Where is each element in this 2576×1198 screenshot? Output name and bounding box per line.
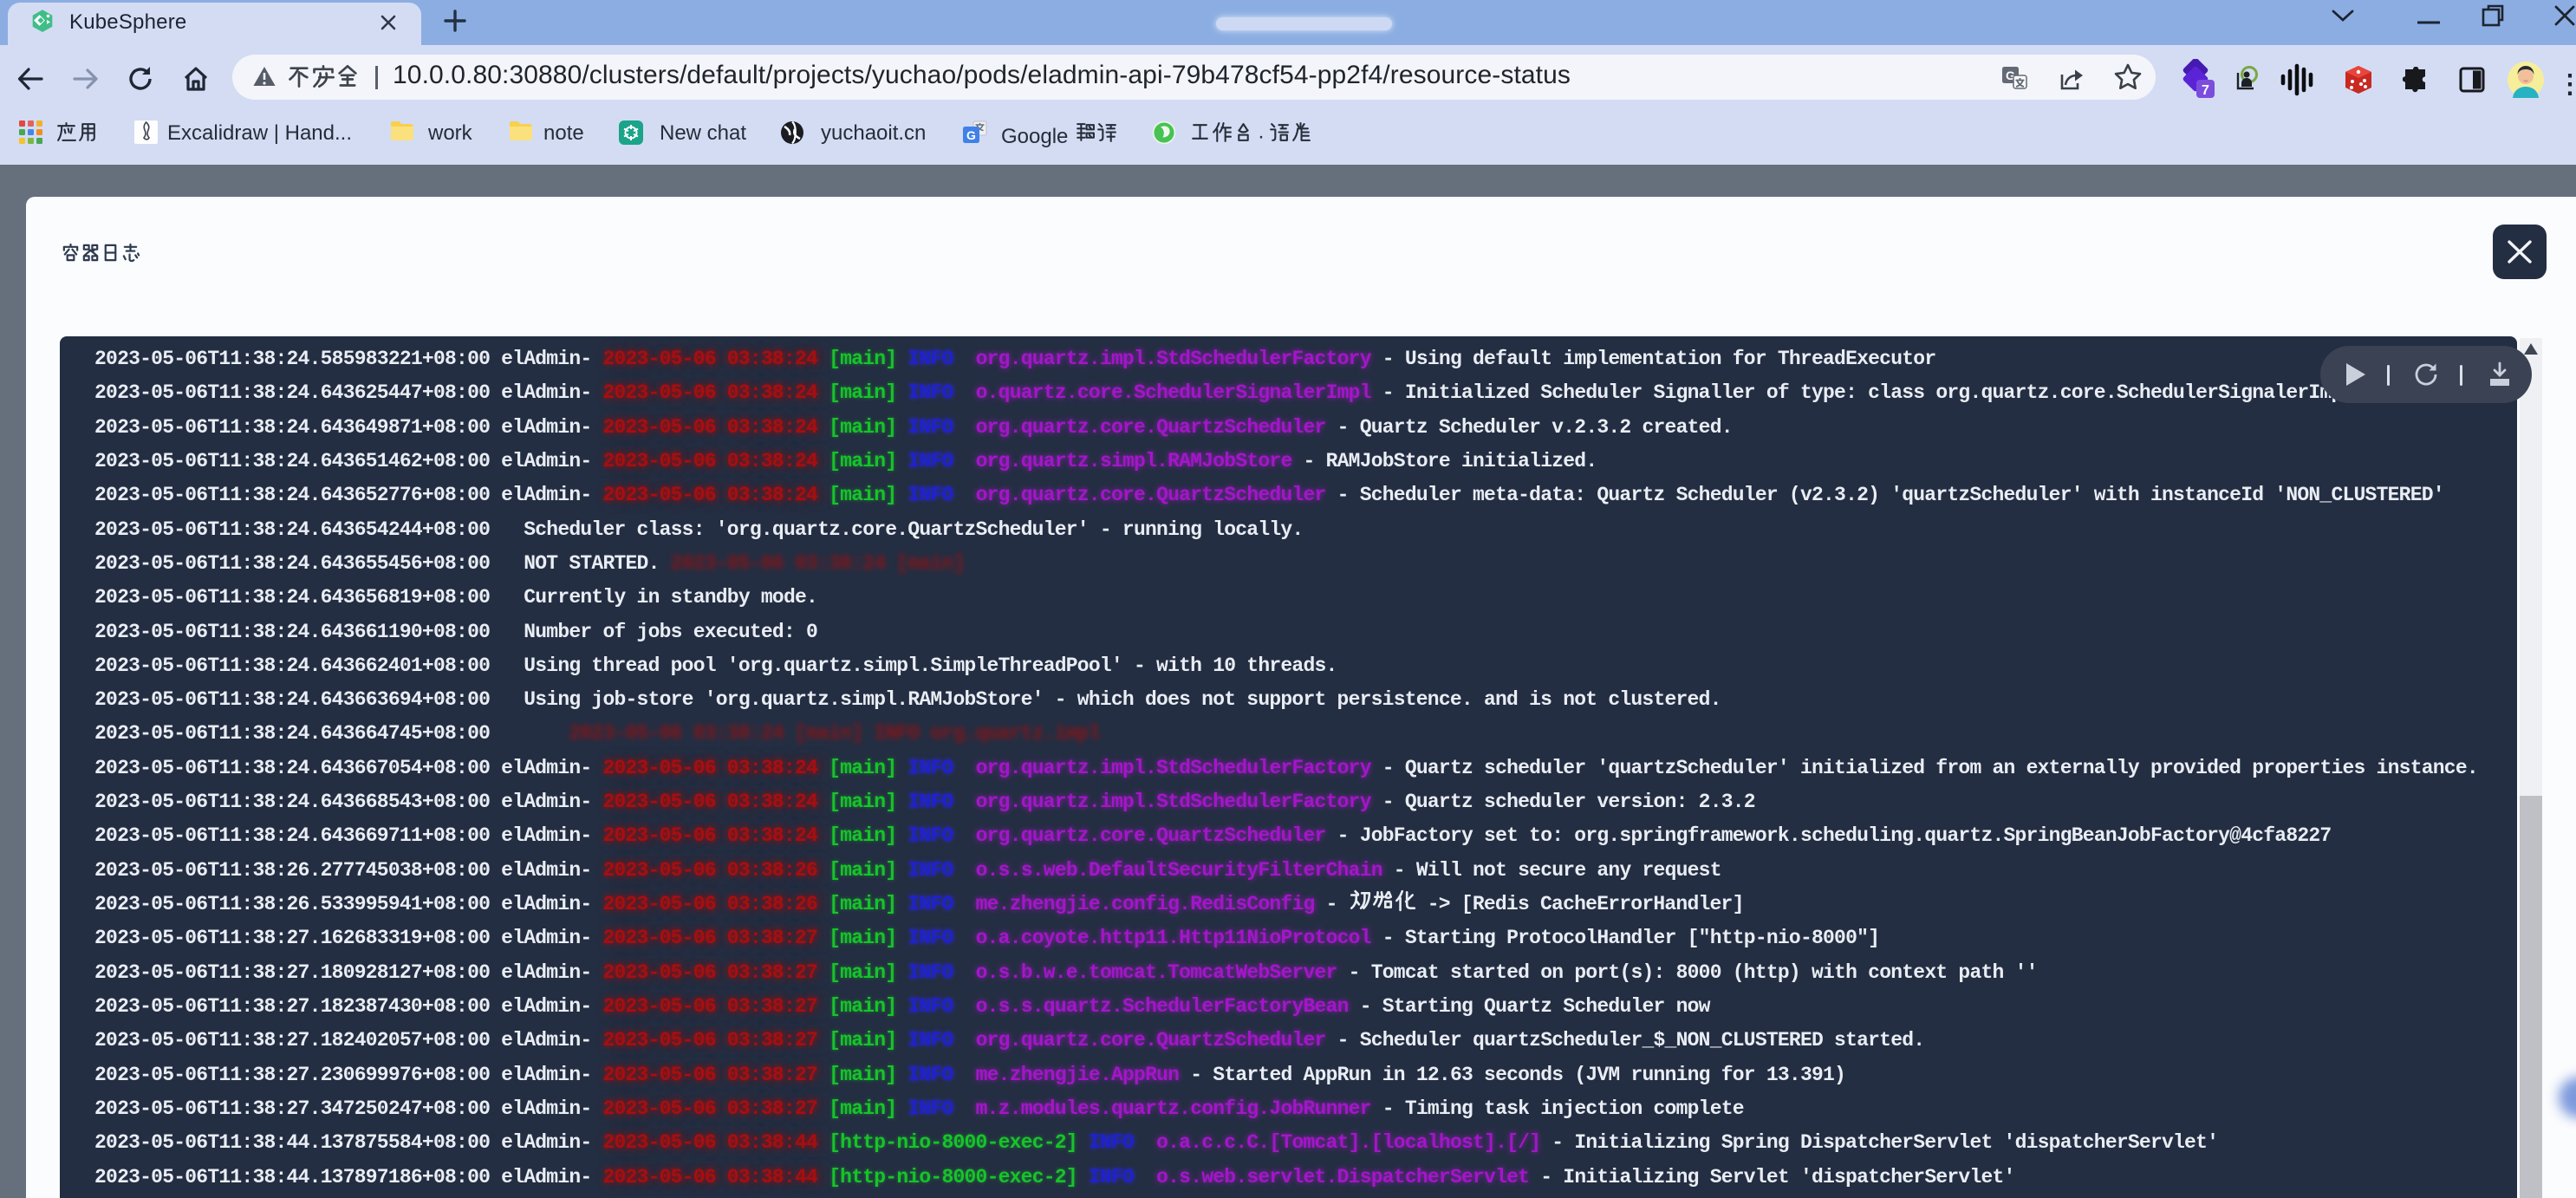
svg-text:7: 7 [2202, 83, 2209, 98]
svg-text:G: G [966, 128, 976, 142]
